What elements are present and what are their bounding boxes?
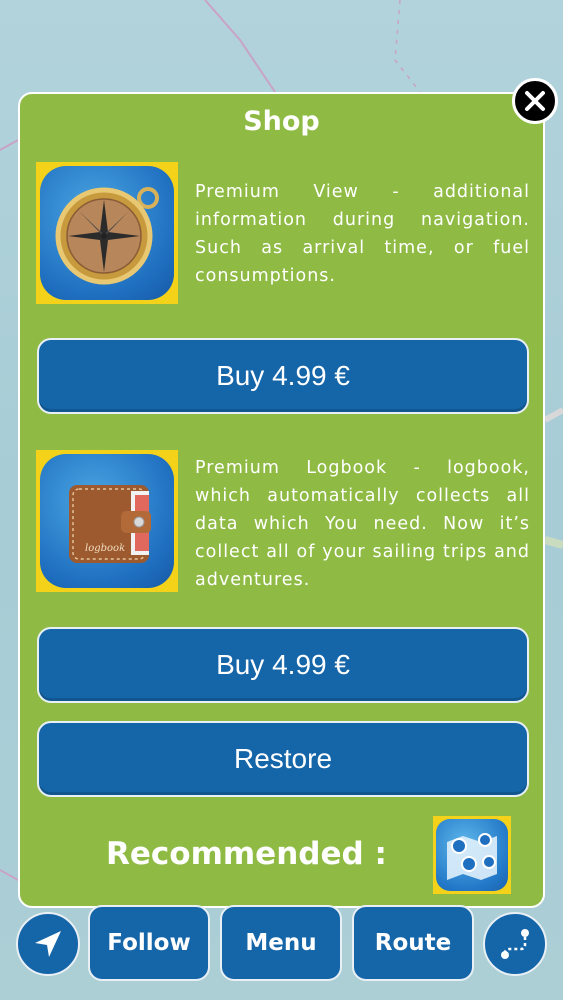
buy-premium-view-button[interactable]: Buy 4.99 € [37,338,529,414]
logbook-wallet-icon: logbook [36,450,178,592]
product-description-premium-view: Premium View - additional information du… [195,182,530,286]
route-button[interactable]: Route [352,905,474,981]
route-path-icon[interactable] [483,912,547,976]
recommended-label: Recommended : [106,836,387,872]
map-app-icon[interactable] [433,816,511,894]
follow-button[interactable]: Follow [88,905,210,981]
shop-panel: Shop Premium View - additional informati… [18,92,545,908]
close-icon[interactable] [512,78,558,124]
buy-premium-logbook-button[interactable]: Buy 4.99 € [37,627,529,703]
shop-title: Shop [243,106,320,137]
restore-button[interactable]: Restore [37,721,529,797]
svg-text:logbook: logbook [85,543,125,554]
location-arrow-icon[interactable] [16,912,80,976]
product-description-premium-logbook: Premium Logbook - logbook, which automat… [195,458,530,590]
compass-icon [36,162,178,304]
menu-button[interactable]: Menu [220,905,342,981]
